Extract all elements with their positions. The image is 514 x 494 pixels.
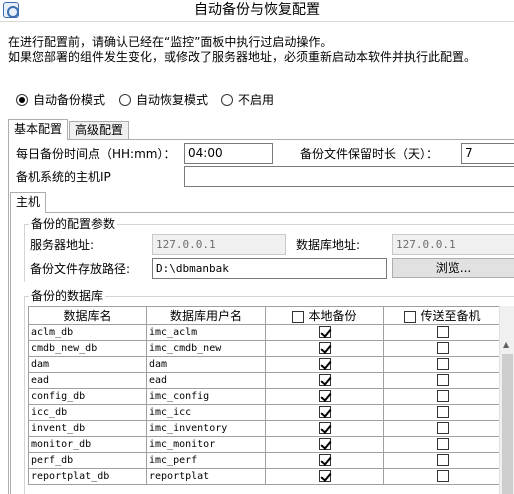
backup-path-input[interactable]: D:\dbmanbak — [152, 258, 387, 279]
table-row[interactable]: ead ead — [28, 372, 514, 389]
local-backup-checkbox[interactable] — [318, 405, 331, 418]
retention-input[interactable]: 7 — [461, 143, 514, 164]
local-backup-checkbox[interactable] — [318, 325, 331, 338]
db-name-cell: monitor_db — [28, 436, 147, 453]
table-row[interactable]: reportplat_db reportplat — [28, 468, 514, 485]
tab-basic-config[interactable]: 基本配置 — [8, 119, 68, 140]
send-standby-checkbox[interactable] — [436, 453, 449, 466]
local-backup-checkbox[interactable] — [318, 373, 331, 386]
send-standby-checkbox[interactable] — [436, 357, 449, 370]
db-user-cell: dam — [146, 356, 266, 373]
db-name-cell: ead — [28, 372, 147, 389]
db-user-cell: imc_config — [146, 388, 266, 405]
local-backup-checkbox[interactable] — [318, 453, 331, 466]
db-user-cell: imc_aclm — [146, 324, 266, 341]
radio-auto-restore-label: 自动恢复模式 — [136, 93, 209, 107]
title-bar: 自动备份与恢复配置 — [0, 0, 514, 22]
table-row[interactable]: dam dam — [28, 356, 514, 373]
standby-ip-input[interactable] — [184, 166, 514, 187]
tab-host[interactable]: 主机 — [10, 192, 46, 213]
table-row[interactable]: perf_db imc_perf — [28, 452, 514, 469]
table-scrollbar[interactable]: ▲ — [499, 306, 514, 494]
col-send-standby-label: 传送至备机 — [420, 309, 481, 323]
local-backup-checkbox[interactable] — [318, 341, 331, 354]
backup-path-label: 备份文件存放路径: — [30, 262, 131, 276]
window-title: 自动备份与恢复配置 — [194, 2, 320, 18]
scroll-up-arrow-icon[interactable]: ▲ — [503, 340, 509, 349]
radio-disabled-circle[interactable] — [221, 94, 233, 106]
radio-auto-backup-circle[interactable] — [16, 94, 28, 106]
col-send-standby[interactable]: 传送至备机 — [383, 306, 502, 325]
radio-auto-backup-label: 自动备份模式 — [33, 93, 106, 107]
databases-table: 数据库名 数据库用户名 本地备份 传送至备机 aclm_db imc_aclm … — [28, 306, 514, 485]
col-local-backup-label: 本地备份 — [308, 309, 357, 323]
radio-disabled-label: 不启用 — [238, 93, 275, 107]
db-name-cell: cmdb_new_db — [28, 340, 147, 357]
scroll-thumb[interactable] — [502, 354, 513, 494]
col-local-backup[interactable]: 本地备份 — [265, 306, 384, 325]
databases-title: 备份的数据库 — [29, 289, 106, 303]
db-user-cell: imc_icc — [146, 404, 266, 421]
local-backup-checkbox[interactable] — [318, 389, 331, 402]
send-standby-checkbox[interactable] — [436, 437, 449, 450]
table-row[interactable]: monitor_db imc_monitor — [28, 436, 514, 453]
db-user-cell: ead — [146, 372, 266, 389]
tab-advanced-config[interactable]: 高级配置 — [69, 121, 129, 139]
table-header-row: 数据库名 数据库用户名 本地备份 传送至备机 — [28, 306, 514, 325]
send-standby-checkbox[interactable] — [436, 405, 449, 418]
db-name-cell: config_db — [28, 388, 147, 405]
retention-label: 备份文件保留时长（天）： — [300, 147, 439, 161]
local-backup-checkbox[interactable] — [318, 469, 331, 482]
send-standby-select-all-checkbox[interactable] — [404, 310, 417, 323]
local-backup-checkbox[interactable] — [318, 357, 331, 370]
send-standby-checkbox[interactable] — [436, 469, 449, 482]
table-row[interactable]: cmdb_new_db imc_cmdb_new — [28, 340, 514, 357]
db-address-label: 数据库地址: — [296, 238, 361, 252]
backup-params-title: 备份的配置参数 — [29, 217, 118, 231]
db-user-cell: imc_cmdb_new — [146, 340, 266, 357]
db-name-cell: perf_db — [28, 452, 147, 469]
backup-time-label: 每日备份时间点（HH:mm）： — [16, 147, 176, 161]
table-row[interactable]: invent_db imc_inventory — [28, 420, 514, 437]
table-row[interactable]: icc_db imc_icc — [28, 404, 514, 421]
db-name-cell: aclm_db — [28, 324, 147, 341]
send-standby-checkbox[interactable] — [436, 421, 449, 434]
notice-line-2: 如果您部署的组件发生变化，或修改了服务器地址，必须重新启动本软件并执行此配置。 — [8, 50, 477, 64]
server-address-label: 服务器地址: — [30, 238, 95, 252]
db-user-cell: reportplat — [146, 468, 266, 485]
db-user-cell: imc_monitor — [146, 436, 266, 453]
local-backup-checkbox[interactable] — [318, 437, 331, 450]
radio-auto-restore-circle[interactable] — [119, 94, 131, 106]
send-standby-checkbox[interactable] — [436, 373, 449, 386]
db-user-cell: imc_inventory — [146, 420, 266, 437]
col-db-name[interactable]: 数据库名 — [28, 306, 147, 325]
table-row[interactable]: aclm_db imc_aclm — [28, 324, 514, 341]
table-row[interactable]: config_db imc_config — [28, 388, 514, 405]
local-backup-select-all-checkbox[interactable] — [292, 310, 305, 323]
db-name-cell: dam — [28, 356, 147, 373]
db-name-cell: icc_db — [28, 404, 147, 421]
db-name-cell: reportplat_db — [28, 468, 147, 485]
db-name-cell: invent_db — [28, 420, 147, 437]
col-db-user[interactable]: 数据库用户名 — [146, 306, 266, 325]
standby-ip-label: 备机系统的主机IP — [16, 170, 111, 184]
db-address-input[interactable]: 127.0.0.1 — [392, 234, 514, 255]
backup-time-input[interactable]: 04:00 — [184, 143, 273, 164]
local-backup-checkbox[interactable] — [318, 421, 331, 434]
send-standby-checkbox[interactable] — [436, 389, 449, 402]
send-standby-checkbox[interactable] — [436, 325, 449, 338]
browse-button[interactable]: 浏览... — [392, 258, 514, 278]
db-user-cell: imc_perf — [146, 452, 266, 469]
server-address-input[interactable]: 127.0.0.1 — [152, 234, 286, 255]
send-standby-checkbox[interactable] — [436, 341, 449, 354]
